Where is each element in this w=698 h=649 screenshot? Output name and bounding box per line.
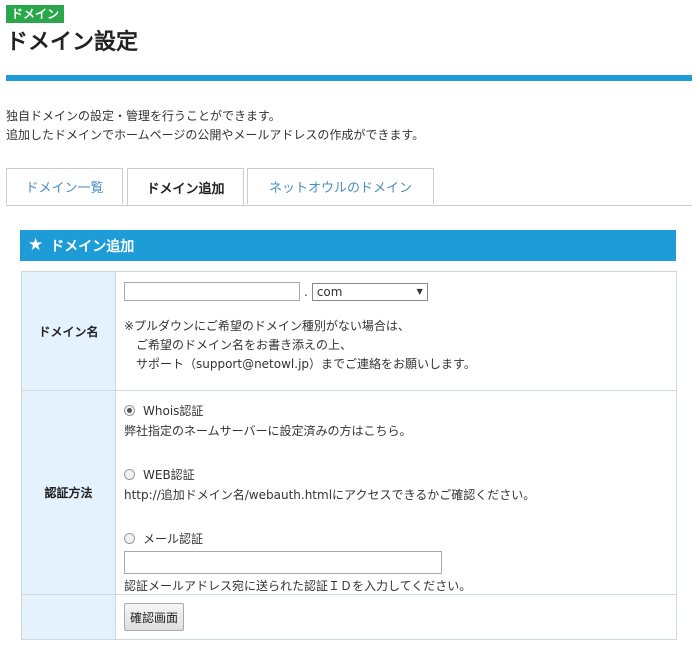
- title-divider: [6, 75, 692, 81]
- note-line-2: ご希望のドメイン名をお書き添えの上、: [136, 338, 353, 352]
- web-auth-option[interactable]: WEB認証: [124, 465, 676, 483]
- category-badge: ドメイン: [6, 5, 65, 23]
- chevron-down-icon: ▼: [416, 287, 423, 296]
- domain-separator: .: [304, 284, 308, 299]
- note-line-1: ※プルダウンにご希望のドメイン種別がない場合は、: [124, 319, 410, 333]
- page-title: ドメイン設定: [6, 30, 139, 55]
- tab-bar: ドメイン一覧 ドメイン追加 ネットオウルのドメイン: [6, 168, 692, 206]
- tld-selected-value: com: [316, 284, 343, 299]
- star-icon: ★: [28, 235, 44, 255]
- auth-method-row: 認証方法 Whois認証 弊社指定のネームサーバーに設定済みの方はこちら。 WE…: [21, 390, 677, 595]
- note-line-3: サポート（support@netowl.jp）までご連絡をお願いします。: [136, 357, 476, 371]
- mail-auth-radio[interactable]: [124, 532, 135, 544]
- submit-row: 確認画面: [21, 594, 677, 640]
- whois-auth-label[interactable]: Whois認証: [143, 402, 203, 419]
- tld-select[interactable]: com ▼: [311, 282, 428, 301]
- mail-auth-desc: 認証メールアドレス宛に送られた認証ＩＤを入力してください。: [124, 579, 472, 593]
- intro-line-2: 追加したドメインでホームページの公開やメールアドレスの作成ができます。: [6, 128, 425, 142]
- submit-cell: 確認画面: [115, 594, 677, 640]
- web-auth-label[interactable]: WEB認証: [143, 466, 195, 483]
- section-title: ドメイン追加: [50, 238, 135, 255]
- tab-netowl-domain[interactable]: ネットオウルのドメイン: [247, 168, 434, 204]
- confirm-button[interactable]: 確認画面: [124, 603, 185, 631]
- whois-auth-option[interactable]: Whois認証: [124, 401, 676, 419]
- whois-auth-radio[interactable]: [124, 404, 135, 416]
- domain-add-form: ドメイン名 . com ▼ ※プルダウンにご希望のドメイン種別がない場合は、 ご…: [21, 271, 677, 640]
- domain-name-cell: . com ▼ ※プルダウンにご希望のドメイン種別がない場合は、 ご希望のドメイ…: [115, 271, 677, 391]
- domain-name-input[interactable]: [124, 282, 300, 301]
- mail-auth-option[interactable]: メール認証: [124, 529, 676, 547]
- web-auth-radio[interactable]: [124, 468, 135, 480]
- domain-name-label: ドメイン名: [21, 271, 116, 391]
- whois-auth-desc: 弊社指定のネームサーバーに設定済みの方はこちら。: [124, 424, 412, 438]
- submit-row-label: [21, 594, 116, 640]
- section-header: ★ ドメイン追加: [20, 230, 676, 261]
- mail-auth-label[interactable]: メール認証: [143, 530, 203, 547]
- web-auth-desc: http://追加ドメイン名/webauth.htmlにアクセスできるかご確認く…: [124, 488, 536, 502]
- domain-notes: ※プルダウンにご希望のドメイン種別がない場合は、 ご希望のドメイン名をお書き添え…: [124, 317, 676, 374]
- tab-domain-list[interactable]: ドメイン一覧: [6, 168, 123, 204]
- auth-method-cell: Whois認証 弊社指定のネームサーバーに設定済みの方はこちら。 WEB認証 h…: [115, 390, 677, 595]
- intro-line-1: 独自ドメインの設定・管理を行うことができます。: [6, 109, 281, 123]
- intro-text: 独自ドメインの設定・管理を行うことができます。 追加したドメインでホームページの…: [6, 107, 424, 145]
- domain-name-row: ドメイン名 . com ▼ ※プルダウンにご希望のドメイン種別がない場合は、 ご…: [21, 271, 677, 391]
- tab-domain-add[interactable]: ドメイン追加: [127, 168, 244, 205]
- auth-method-label: 認証方法: [21, 390, 116, 595]
- mail-auth-input[interactable]: [124, 551, 442, 574]
